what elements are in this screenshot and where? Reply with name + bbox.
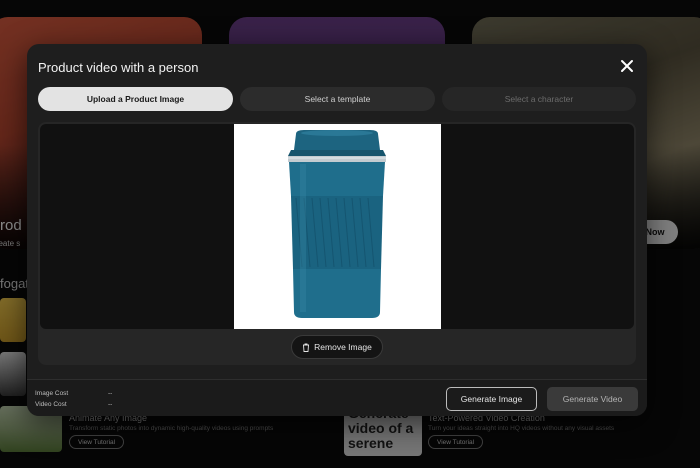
- modal-footer: Image Cost -- Video Cost -- Generate Ima…: [27, 379, 647, 416]
- remove-image-label: Remove Image: [314, 342, 372, 352]
- image-preview-area: [40, 124, 634, 329]
- tab-select-template[interactable]: Select a template: [240, 87, 435, 111]
- close-button[interactable]: [617, 56, 637, 76]
- tab-select-character: Select a character: [442, 87, 636, 111]
- image-cost-label: Image Cost: [35, 390, 69, 397]
- product-image: [234, 124, 441, 329]
- image-cost-value: --: [108, 390, 113, 397]
- remove-image-button[interactable]: Remove Image: [291, 335, 383, 359]
- close-icon: [621, 60, 633, 72]
- video-cost-label: Video Cost: [35, 401, 67, 408]
- trash-icon: [303, 343, 310, 352]
- generate-video-button[interactable]: Generate Video: [547, 387, 638, 411]
- product-video-modal: Product video with a person Upload a Pro…: [27, 44, 647, 416]
- modal-title: Product video with a person: [38, 60, 199, 75]
- generate-image-button[interactable]: Generate Image: [446, 387, 537, 411]
- tab-upload-product-image[interactable]: Upload a Product Image: [38, 87, 233, 111]
- video-cost-value: --: [108, 401, 113, 408]
- upload-panel: Remove Image: [38, 122, 636, 365]
- tumbler-illustration: [288, 130, 386, 318]
- step-tabs: Upload a Product Image Select a template…: [38, 87, 636, 111]
